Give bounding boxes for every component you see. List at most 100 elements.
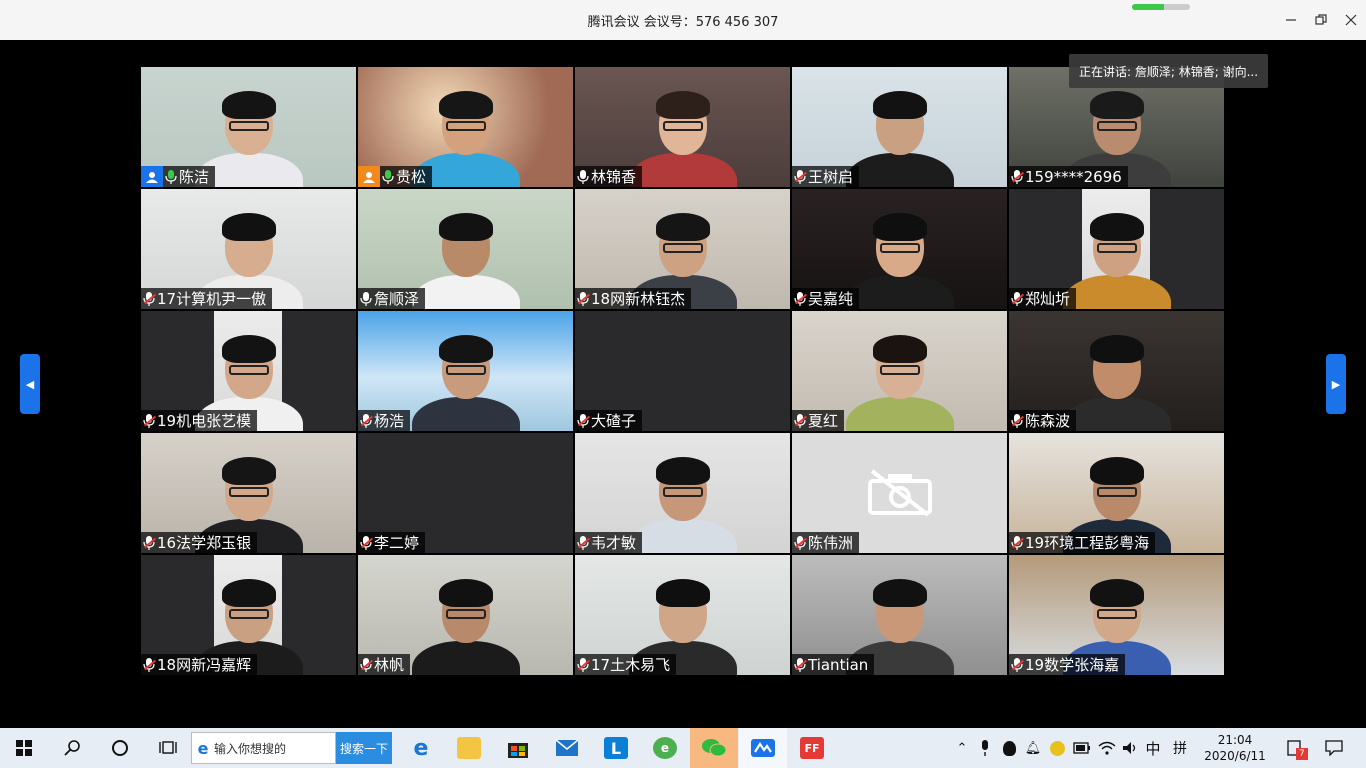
participant-tile[interactable]: 韦才敏	[575, 433, 790, 553]
taskbar-app-edge[interactable]: e	[397, 728, 445, 768]
participant-tile[interactable]: 夏红	[792, 311, 1007, 431]
battery-icon	[1073, 742, 1090, 754]
participant-tile[interactable]: Tiantian	[792, 555, 1007, 675]
participant-name: 李二婷	[374, 534, 420, 552]
participant-label: 16法学郑玉银	[141, 532, 258, 553]
participant-tile[interactable]: 杨浩	[358, 311, 573, 431]
start-button[interactable]	[0, 728, 48, 768]
store-icon	[508, 743, 528, 758]
participant-tile[interactable]: 林锦香	[575, 67, 790, 187]
tray-battery-button[interactable]	[1071, 728, 1093, 768]
participant-tile[interactable]: 詹顺泽	[358, 189, 573, 309]
mic-muted-icon	[575, 288, 591, 309]
participant-tile[interactable]: 林帆	[358, 555, 573, 675]
participant-tile[interactable]: 陈森波	[1009, 311, 1224, 431]
tray-qq-button[interactable]	[998, 728, 1020, 768]
participant-tile[interactable]: 19数学张海嘉	[1009, 555, 1224, 675]
participant-tile[interactable]: 陈洁	[141, 67, 356, 187]
browser-icon: e	[653, 737, 677, 759]
clock-date: 2020/6/11	[1204, 749, 1266, 763]
participant-label: 18网新冯嘉辉	[141, 654, 258, 675]
tray-overflow-button[interactable]: ⌃	[952, 728, 972, 768]
mic-muted-icon	[792, 166, 808, 187]
task-view-button[interactable]	[144, 728, 192, 768]
participant-label: Tiantian	[792, 654, 875, 675]
participant-tile[interactable]: 19机电张艺模	[141, 311, 356, 431]
taskbar-clock[interactable]: 21:04 2020/6/11	[1198, 732, 1272, 764]
minimize-button[interactable]	[1278, 8, 1304, 32]
participant-tile[interactable]: 李二婷	[358, 433, 573, 553]
tray-volume-button[interactable]	[1120, 728, 1142, 768]
participant-tile[interactable]: 16法学郑玉银	[141, 433, 356, 553]
ime-mode-button[interactable]: 拼	[1170, 728, 1190, 768]
mic-muted-icon	[1009, 532, 1025, 553]
ie-icon: e	[197, 738, 209, 758]
participant-tile[interactable]: 19环境工程彭粤海	[1009, 433, 1224, 553]
taskbar-app-ff[interactable]: FF	[788, 728, 836, 768]
mic-muted-icon	[792, 532, 808, 553]
prev-page-button[interactable]: ◀	[20, 354, 40, 414]
mic-muted-icon	[358, 654, 374, 675]
host-badge-icon	[141, 166, 163, 187]
participant-label: 18网新林钰杰	[575, 288, 692, 309]
tray-bell-button[interactable]: 🔔︎	[1023, 728, 1043, 768]
video-grid: 陈洁 贵松 林锦香 王树启 159****2696 17计算机尹一傲 詹顺泽 18网新林钰杰 吴…	[141, 67, 1225, 675]
participant-label: 詹顺泽	[358, 288, 426, 309]
close-button[interactable]	[1338, 8, 1364, 32]
participant-tile[interactable]: 王树启	[792, 67, 1007, 187]
taskbar-app-tencent-meeting[interactable]	[739, 728, 787, 768]
participant-video	[845, 87, 955, 187]
participant-video	[411, 575, 521, 675]
next-page-button[interactable]: ▶	[1326, 354, 1346, 414]
participant-label: 郑灿圻	[1009, 288, 1077, 309]
participant-tile[interactable]: 17计算机尹一傲	[141, 189, 356, 309]
cortana-button[interactable]	[96, 728, 144, 768]
taskbar-app-browser[interactable]: e	[641, 728, 689, 768]
participant-tile[interactable]: 17土木易飞	[575, 555, 790, 675]
participant-name: 18网新冯嘉辉	[157, 656, 252, 674]
wifi-icon	[1098, 741, 1116, 755]
tray-security-button[interactable]	[1046, 728, 1068, 768]
participant-tile[interactable]: 贵松	[358, 67, 573, 187]
mic-muted-icon	[1009, 288, 1025, 309]
taskbar-app-mail[interactable]	[543, 728, 591, 768]
browser-search-input[interactable]: e 输入你想搜的	[191, 732, 336, 764]
participant-tile[interactable]: 18网新林钰杰	[575, 189, 790, 309]
cortana-search-button[interactable]	[48, 728, 96, 768]
search-submit-button[interactable]: 搜索一下	[336, 732, 392, 764]
participant-tile[interactable]: 大碴子	[575, 311, 790, 431]
mic-on-icon	[575, 166, 591, 187]
participant-tile[interactable]: 郑灿圻	[1009, 189, 1224, 309]
participant-tile[interactable]: 陈伟洲	[792, 433, 1007, 553]
participant-name: 19数学张海嘉	[1025, 656, 1120, 674]
participant-label: 林帆	[358, 654, 411, 675]
participant-label: 大碴子	[575, 410, 643, 431]
chevron-right-icon: ▶	[1331, 377, 1341, 391]
participant-video	[845, 331, 955, 431]
participant-tile[interactable]: 18网新冯嘉辉	[141, 555, 356, 675]
taskbar-app-store[interactable]	[494, 728, 542, 768]
participant-name: Tiantian	[808, 655, 869, 674]
participant-name: 17土木易飞	[591, 656, 671, 674]
tray-notes-button[interactable]: 7	[1284, 728, 1308, 768]
taskbar-app-explorer[interactable]	[445, 728, 493, 768]
participant-video	[1062, 209, 1172, 309]
participant-name: 林帆	[374, 656, 405, 674]
participant-label: 19数学张海嘉	[1009, 654, 1126, 675]
taskbar-app-lenovo[interactable]: L	[592, 728, 640, 768]
tray-wifi-button[interactable]	[1096, 728, 1118, 768]
mic-on-icon	[163, 166, 179, 187]
taskbar: e 输入你想搜的 搜索一下 e L e FF ⌃ 🔔︎ 中 拼 21:04 20…	[0, 728, 1366, 768]
taskbar-app-wechat[interactable]	[690, 728, 738, 768]
mic-muted-icon	[575, 532, 591, 553]
mic-on-icon	[358, 288, 374, 309]
participant-video	[411, 331, 521, 431]
participant-name: 18网新林钰杰	[591, 290, 686, 308]
participant-label: 17土木易飞	[575, 654, 677, 675]
participant-tile[interactable]: 吴嘉纯	[792, 189, 1007, 309]
action-center-button[interactable]	[1320, 728, 1348, 768]
tray-mic-button[interactable]	[975, 728, 995, 768]
participant-label: 吴嘉纯	[792, 288, 860, 309]
restore-button[interactable]	[1308, 8, 1334, 32]
ime-language-button[interactable]: 中	[1143, 728, 1163, 768]
